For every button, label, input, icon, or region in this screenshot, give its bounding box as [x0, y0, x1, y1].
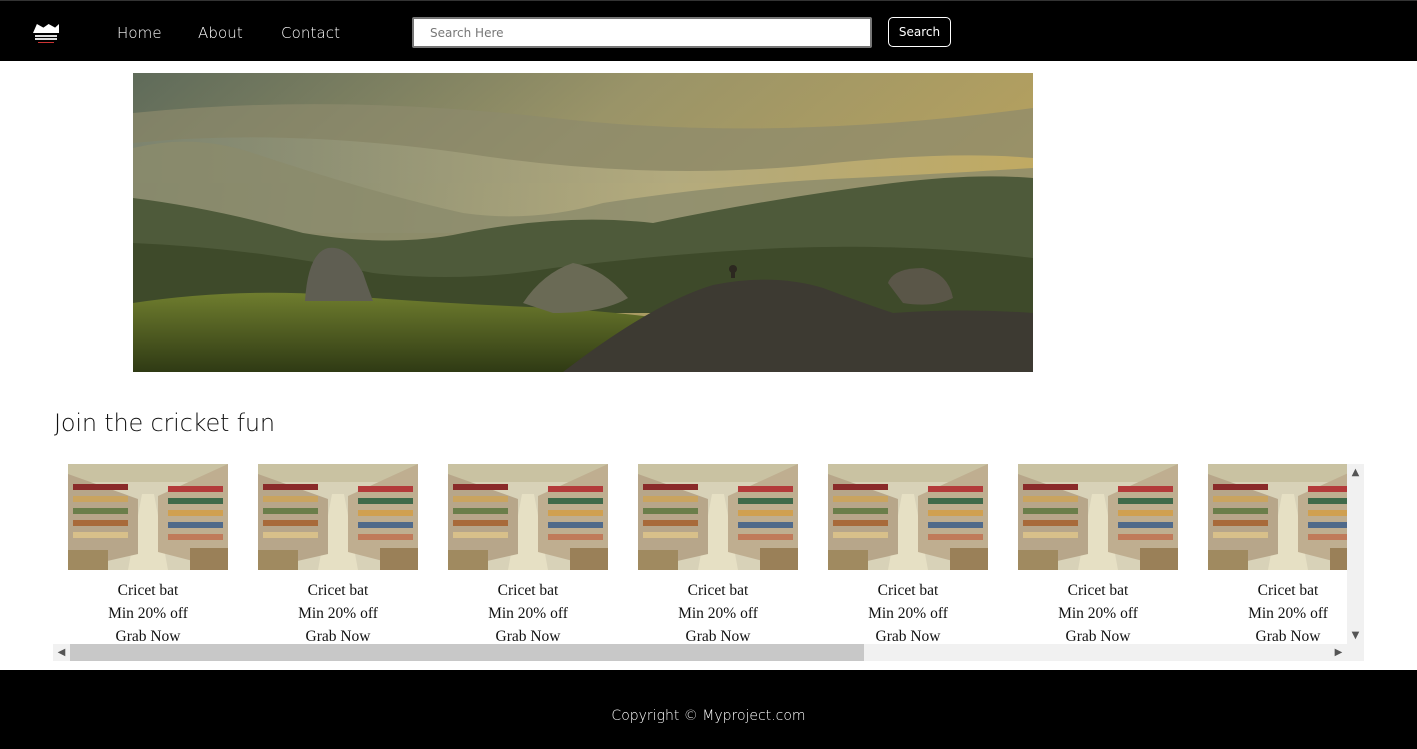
product-card[interactable]: Cricet bat Min 20% off Grab Now — [1018, 464, 1178, 648]
scroll-left-icon[interactable]: ◀ — [53, 644, 70, 661]
nav-link-contact[interactable]: Contact — [281, 24, 340, 42]
product-image — [258, 464, 418, 570]
product-name: Cricet bat — [877, 582, 939, 599]
scrollbar-thumb[interactable] — [70, 644, 864, 661]
scroll-right-icon[interactable]: ▶ — [1330, 644, 1347, 661]
product-image — [68, 464, 228, 570]
carousel-vertical-scrollbar[interactable]: ▲ ▼ — [1347, 464, 1364, 644]
nav-link-home[interactable]: Home — [117, 24, 162, 42]
product-offer: Min 20% off — [1058, 605, 1138, 622]
product-offer: Min 20% off — [108, 605, 188, 622]
hero-banner-image — [133, 73, 1033, 372]
product-image — [1018, 464, 1178, 570]
product-offer: Min 20% off — [488, 605, 568, 622]
product-name: Cricet bat — [307, 582, 369, 599]
product-carousel[interactable]: Cricet bat Min 20% off Grab Now Cricet b… — [53, 464, 1364, 661]
product-card[interactable]: Cricet bat Min 20% off Grab Now — [638, 464, 798, 648]
section-title: Join the cricket fun — [54, 409, 275, 437]
product-name: Cricet bat — [1067, 582, 1129, 599]
product-card[interactable]: Cricet bat Min 20% off Grab Now — [1208, 464, 1364, 648]
product-card[interactable]: Cricet bat Min 20% off Grab Now — [258, 464, 418, 648]
product-offer: Min 20% off — [298, 605, 378, 622]
footer: Copyright © Myproject.com — [0, 670, 1417, 749]
product-image — [638, 464, 798, 570]
product-name: Cricet bat — [117, 582, 179, 599]
product-image — [1208, 464, 1364, 570]
brand-logo-icon[interactable] — [30, 21, 62, 47]
product-name: Cricet bat — [1257, 582, 1319, 599]
product-image — [828, 464, 988, 570]
search-button[interactable]: Search — [888, 17, 951, 47]
product-offer: Min 20% off — [1248, 605, 1328, 622]
navbar: Home About Contact Search — [0, 0, 1417, 61]
product-card[interactable]: Cricet bat Min 20% off Grab Now — [448, 464, 608, 648]
carousel-horizontal-scrollbar[interactable]: ◀ ▶ — [53, 644, 1364, 661]
copyright-text: Copyright © Myproject.com — [611, 708, 806, 724]
product-card[interactable]: Cricet bat Min 20% off Grab Now — [68, 464, 228, 648]
product-name: Cricet bat — [687, 582, 749, 599]
product-card[interactable]: Cricet bat Min 20% off Grab Now — [828, 464, 988, 648]
scroll-down-icon[interactable]: ▼ — [1347, 627, 1364, 644]
search-input[interactable] — [412, 17, 872, 48]
nav-link-about[interactable]: About — [198, 24, 243, 42]
product-name: Cricet bat — [497, 582, 559, 599]
product-offer: Min 20% off — [868, 605, 948, 622]
product-image — [448, 464, 608, 570]
scroll-up-icon[interactable]: ▲ — [1347, 464, 1364, 481]
product-offer: Min 20% off — [678, 605, 758, 622]
